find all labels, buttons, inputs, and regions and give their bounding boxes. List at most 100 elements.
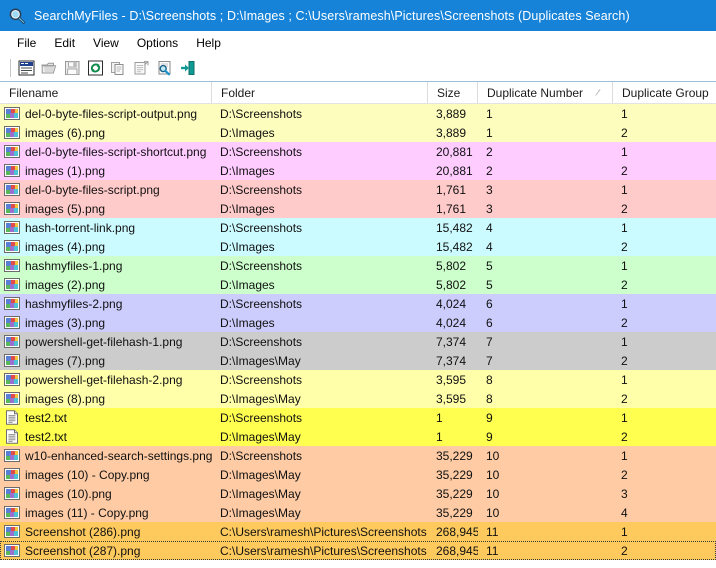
menu-item-help[interactable]: Help [187, 34, 230, 52]
folder-label: D:\Images\May [220, 391, 301, 406]
refresh-icon[interactable] [84, 57, 106, 79]
cell-size: 4,024 [428, 297, 478, 311]
table-row[interactable]: powershell-get-filehash-2.png D:\Screensh… [0, 370, 716, 389]
filename-label: images (7).png [25, 353, 106, 368]
duplicate-group-label: 1 [621, 334, 628, 349]
cell-duplicate-number: 11 [478, 525, 613, 539]
table-row[interactable]: hashmyfiles-1.png D:\Screenshots 5,802 5 1 [0, 256, 716, 275]
filename-label: images (3).png [25, 315, 106, 330]
size-label: 35,229 [436, 505, 473, 520]
duplicate-number-label: 2 [486, 144, 493, 159]
png-file-icon [4, 277, 20, 293]
list-column-header: Filename Folder Size Duplicate Number Du… [0, 82, 716, 104]
table-row[interactable]: images (2).png D:\Images 5,802 5 2 [0, 275, 716, 294]
table-row[interactable]: test2.txt D:\Screenshots 1 9 1 [0, 408, 716, 427]
png-file-icon [4, 201, 20, 217]
filename-label: del-0-byte-files-script-shortcut.png [25, 144, 207, 159]
size-label: 3,595 [436, 372, 467, 387]
png-file-icon [4, 505, 20, 521]
column-header-folder[interactable]: Folder [212, 82, 428, 103]
filename-label: powershell-get-filehash-1.png [25, 334, 183, 349]
cell-size: 4,024 [428, 316, 478, 330]
table-row[interactable]: images (1).png D:\Images 20,881 2 2 [0, 161, 716, 180]
cell-filename: images (3).png [0, 315, 212, 331]
menu-item-edit[interactable]: Edit [45, 34, 84, 52]
column-header-filename[interactable]: Filename [0, 82, 212, 103]
menu-item-view[interactable]: View [84, 34, 128, 52]
exit-icon[interactable] [176, 57, 198, 79]
cell-duplicate-number: 3 [478, 202, 613, 216]
duplicate-group-label: 2 [621, 391, 628, 406]
cell-size: 35,229 [428, 506, 478, 520]
cell-duplicate-group: 2 [613, 126, 716, 140]
duplicate-group-label: 3 [621, 486, 628, 501]
cell-duplicate-group: 2 [613, 240, 716, 254]
cell-filename: w10-enhanced-search-settings.png [0, 448, 212, 464]
cell-filename: Screenshot (286).png [0, 524, 212, 540]
table-row[interactable]: Screenshot (287).png C:\Users\ramesh\Pict… [0, 541, 716, 560]
cell-duplicate-number: 9 [478, 411, 613, 425]
table-row[interactable]: images (7).png D:\Images\May 7,374 7 2 [0, 351, 716, 370]
cell-folder: D:\Screenshots [212, 411, 428, 425]
cell-folder: D:\Images\May [212, 506, 428, 520]
duplicate-group-label: 2 [621, 163, 628, 178]
cell-size: 268,945 [428, 525, 478, 539]
cell-folder: D:\Screenshots [212, 449, 428, 463]
file-list[interactable]: del-0-byte-files-script-output.png D:\Scr… [0, 104, 716, 568]
cell-folder: D:\Images\May [212, 354, 428, 368]
folder-label: D:\Screenshots [220, 448, 303, 463]
filename-label: images (8).png [25, 391, 106, 406]
table-row[interactable]: powershell-get-filehash-1.png D:\Screensh… [0, 332, 716, 351]
column-header-duplicate-number[interactable]: Duplicate Number [478, 82, 613, 103]
table-row[interactable]: Screenshot (286).png C:\Users\ramesh\Pict… [0, 522, 716, 541]
cell-duplicate-group: 2 [613, 430, 716, 444]
table-row[interactable]: test2.txt D:\Images\May 1 9 2 [0, 427, 716, 446]
table-row[interactable]: hash-torrent-link.png D:\Screenshots 15,48… [0, 218, 716, 237]
table-row[interactable]: del-0-byte-files-script.png D:\Screenshot… [0, 180, 716, 199]
png-file-icon [4, 467, 20, 483]
cell-duplicate-group: 1 [613, 297, 716, 311]
cell-duplicate-group: 2 [613, 164, 716, 178]
png-file-icon [4, 486, 20, 502]
table-row[interactable]: images (4).png D:\Images 15,482 4 2 [0, 237, 716, 256]
cell-duplicate-group: 1 [613, 525, 716, 539]
cell-duplicate-number: 5 [478, 259, 613, 273]
cell-folder: D:\Images [212, 126, 428, 140]
table-row[interactable]: images (3).png D:\Images 4,024 6 2 [0, 313, 716, 332]
menu-item-file[interactable]: File [8, 34, 45, 52]
table-row[interactable]: w10-enhanced-search-settings.png D:\Scree… [0, 446, 716, 465]
column-header-size[interactable]: Size [428, 82, 478, 103]
size-label: 5,802 [436, 258, 467, 273]
duplicate-group-label: 1 [621, 524, 628, 539]
cell-size: 1 [428, 430, 478, 444]
duplicate-number-label: 5 [486, 277, 493, 292]
duplicate-number-label: 4 [486, 239, 493, 254]
column-header-duplicate-group[interactable]: Duplicate Group [613, 82, 716, 103]
cell-size: 15,482 [428, 240, 478, 254]
table-row[interactable]: images (6).png D:\Images 3,889 1 2 [0, 123, 716, 142]
table-row[interactable]: del-0-byte-files-script-output.png D:\Scr… [0, 104, 716, 123]
cell-duplicate-group: 1 [613, 221, 716, 235]
start-search-icon[interactable] [15, 57, 37, 79]
table-row[interactable]: images (11) - Copy.png D:\Images\May 35,22… [0, 503, 716, 522]
cell-size: 3,595 [428, 392, 478, 406]
menu-item-options[interactable]: Options [128, 34, 187, 52]
table-row[interactable]: del-0-byte-files-script-shortcut.png D:\S… [0, 142, 716, 161]
size-label: 1,761 [436, 182, 467, 197]
duplicate-group-label: 1 [621, 448, 628, 463]
table-row[interactable]: images (10).png D:\Images\May 35,229 10 3 [0, 484, 716, 503]
table-row[interactable]: hashmyfiles-2.png D:\Screenshots 4,024 6 1 [0, 294, 716, 313]
table-row[interactable]: images (5).png D:\Images 1,761 3 2 [0, 199, 716, 218]
cell-size: 3,889 [428, 107, 478, 121]
save-icon [61, 57, 83, 79]
cell-duplicate-number: 4 [478, 240, 613, 254]
cell-folder: C:\Users\ramesh\Pictures\Screenshots [212, 544, 428, 558]
size-label: 3,595 [436, 391, 467, 406]
cell-duplicate-group: 1 [613, 411, 716, 425]
duplicate-number-label: 10 [486, 486, 500, 501]
duplicate-group-label: 1 [621, 182, 628, 197]
search-options-icon[interactable] [153, 57, 175, 79]
duplicate-group-label: 2 [621, 315, 628, 330]
table-row[interactable]: images (8).png D:\Images\May 3,595 8 2 [0, 389, 716, 408]
table-row[interactable]: images (10) - Copy.png D:\Images\May 35,22… [0, 465, 716, 484]
